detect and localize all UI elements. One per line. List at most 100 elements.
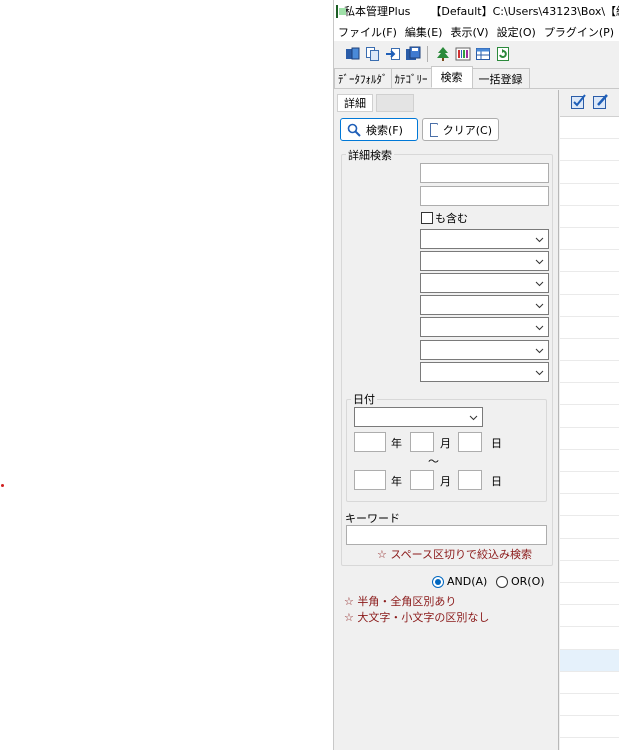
include-checkbox[interactable]	[421, 212, 433, 224]
menu-plugin[interactable]: プラグイン(P)	[540, 24, 618, 40]
tab-category[interactable]: ｶﾃｺﾞﾘｰ	[390, 68, 432, 88]
include-checkbox-row[interactable]: も含む	[421, 210, 468, 226]
results-toolbar	[560, 90, 619, 117]
duplicate-icon[interactable]	[364, 46, 381, 63]
list-item[interactable]	[560, 672, 619, 694]
detail-combo-5[interactable]	[420, 317, 549, 337]
list-item[interactable]	[560, 605, 619, 628]
detail-combo-1[interactable]	[420, 229, 549, 249]
clear-button[interactable]: クリア(C)	[422, 118, 499, 141]
app-title: 私本管理Plus	[344, 5, 411, 18]
date-to-month[interactable]	[410, 470, 434, 490]
date-combo[interactable]	[354, 407, 483, 427]
barcode-icon[interactable]	[454, 46, 471, 63]
list-item[interactable]	[560, 361, 619, 384]
check-edit-icon[interactable]	[570, 93, 587, 113]
list-item[interactable]	[560, 161, 619, 184]
include-checkbox-label: も含む	[435, 212, 468, 225]
tab-label: ﾃﾞｰﾀﾌｫﾙﾀﾞ	[338, 72, 388, 86]
detail-combo-4[interactable]	[420, 295, 549, 315]
year-label: 年	[391, 437, 402, 450]
list-item[interactable]	[560, 516, 619, 539]
keyword-input[interactable]	[346, 525, 547, 545]
list-item[interactable]	[560, 272, 619, 295]
detail-combo-3[interactable]	[420, 273, 549, 293]
table-view-icon[interactable]	[474, 46, 491, 63]
chevron-down-icon	[535, 370, 544, 376]
app-window: 私本管理Plus 【Default】C:\Users\43123\Box\【総 …	[333, 0, 619, 750]
tab-data-folder[interactable]: ﾃﾞｰﾀﾌｫﾙﾀﾞ	[334, 68, 392, 88]
list-item[interactable]	[560, 383, 619, 406]
list-item[interactable]	[560, 539, 619, 561]
date-from-day[interactable]	[458, 432, 482, 452]
and-radio-row[interactable]: AND(A)	[432, 575, 487, 588]
blank-page-icon	[430, 122, 438, 137]
subtab-detail[interactable]: 詳細	[337, 94, 373, 112]
chevron-down-icon	[535, 348, 544, 354]
date-to-day[interactable]	[458, 470, 482, 490]
chevron-down-icon	[535, 281, 544, 287]
list-item[interactable]	[560, 250, 619, 273]
note-width-sensitive: ☆ 半角・全角区別あり	[344, 595, 457, 608]
or-radio[interactable]	[496, 575, 508, 588]
list-item[interactable]	[560, 317, 619, 339]
menu-edit[interactable]: 編集(E)	[401, 24, 447, 40]
tree-icon[interactable]	[434, 46, 451, 63]
tab-bulk-register[interactable]: 一括登録	[471, 68, 530, 88]
list-item[interactable]	[560, 117, 619, 140]
list-item[interactable]	[560, 206, 619, 228]
menu-view[interactable]: 表示(V)	[446, 24, 492, 40]
keyword-note: ☆ スペース区切りで絞込み検索	[377, 548, 533, 561]
search-button[interactable]: 検索(F)	[340, 118, 418, 141]
list-item[interactable]	[560, 561, 619, 583]
list-item[interactable]	[560, 627, 619, 650]
menu-file[interactable]: ファイル(F)	[334, 24, 401, 40]
or-radio-label: OR(O)	[511, 575, 545, 588]
date-to-year[interactable]	[354, 470, 386, 490]
search-panel: 詳細 検索(F) クリア(C) 詳細検索 も含む 日付 年 月 日 ～ 年 月 …	[334, 90, 559, 750]
refresh-icon[interactable]	[494, 46, 511, 63]
clear-button-label: クリア(C)	[442, 123, 492, 137]
search-icon	[347, 123, 361, 137]
date-group-label: 日付	[351, 391, 377, 407]
list-item[interactable]	[560, 450, 619, 472]
subtab-blank[interactable]	[376, 94, 414, 112]
chevron-down-icon	[535, 325, 544, 331]
list-item[interactable]	[560, 405, 619, 428]
results-list[interactable]	[560, 117, 619, 750]
detail-text-field-1[interactable]	[420, 163, 549, 183]
keyword-label: キーワード	[345, 512, 400, 525]
list-item[interactable]	[560, 428, 619, 450]
tab-label: 一括登録	[478, 72, 523, 86]
marker-dot	[1, 484, 4, 487]
list-item[interactable]	[560, 472, 619, 495]
detail-combo-6[interactable]	[420, 340, 549, 360]
or-radio-row[interactable]: OR(O)	[496, 575, 545, 588]
date-from-year[interactable]	[354, 432, 386, 452]
list-item[interactable]	[560, 295, 619, 317]
detail-text-field-2[interactable]	[420, 186, 549, 206]
tab-label: ｶﾃｺﾞﾘｰ	[394, 72, 428, 86]
search-subtabs: 詳細	[337, 94, 414, 112]
list-item[interactable]	[560, 716, 619, 739]
list-item[interactable]	[560, 228, 619, 251]
detail-combo-2[interactable]	[420, 251, 549, 271]
tab-search[interactable]: 検索	[430, 66, 473, 88]
date-from-month[interactable]	[410, 432, 434, 452]
list-item[interactable]	[560, 339, 619, 362]
month-label: 月	[440, 475, 451, 488]
list-item[interactable]	[560, 184, 619, 206]
list-item-selected[interactable]	[560, 649, 619, 672]
and-radio[interactable]	[432, 575, 444, 588]
import-icon[interactable]	[384, 46, 401, 63]
list-item[interactable]	[560, 694, 619, 717]
detail-combo-7[interactable]	[420, 362, 549, 382]
list-item[interactable]	[560, 139, 619, 162]
save-disk-icon[interactable]	[404, 46, 421, 63]
and-radio-label: AND(A)	[447, 575, 488, 588]
menu-settings[interactable]: 設定(O)	[493, 24, 540, 40]
list-item[interactable]	[560, 583, 619, 606]
list-item[interactable]	[560, 494, 619, 517]
copy-books-icon[interactable]	[344, 46, 361, 63]
edit-icon[interactable]	[592, 93, 609, 113]
